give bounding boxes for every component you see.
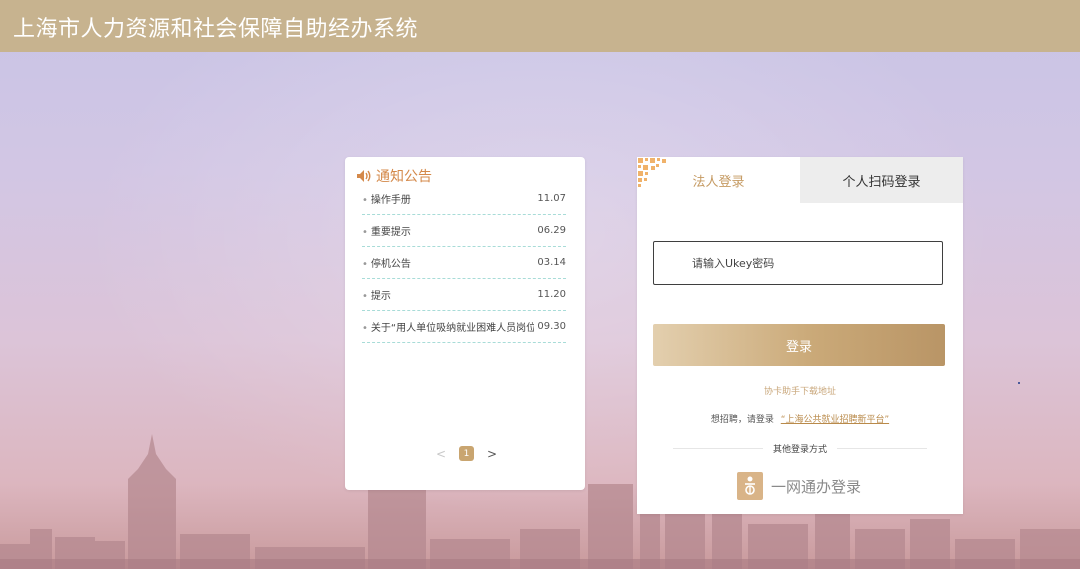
person-icon: [745, 476, 755, 495]
recruit-prefix: 想招聘，请登录: [710, 415, 774, 425]
login-button[interactable]: 登录: [653, 324, 945, 366]
notice-item-text[interactable]: 停机公告: [362, 255, 411, 270]
yiwang-login-label: 一网通办登录: [771, 477, 862, 496]
speaker-icon: [357, 170, 371, 182]
notice-item-text[interactable]: 重要提示: [362, 223, 411, 238]
assistant-download-link[interactable]: 协卡助手下载地址: [637, 384, 963, 397]
notice-item[interactable]: 停机公告 03.14: [362, 247, 566, 279]
notice-item[interactable]: 提示 11.20: [362, 279, 566, 311]
divider-line: [837, 447, 928, 449]
login-tabs: 法人登录 个人扫码登录: [637, 157, 963, 203]
pager-page-1[interactable]: 1: [459, 446, 474, 461]
notice-item-date: 06.29: [537, 225, 566, 236]
notice-item[interactable]: 操作手册 11.07: [362, 183, 566, 215]
notice-list: 操作手册 11.07 重要提示 06.29 停机公告 03.14 提示 11.2…: [362, 183, 566, 343]
top-bar: 上海市人力资源和社会保障自助经办系统: [0, 0, 1080, 52]
yiwang-login-button[interactable]: 一网通办登录: [737, 472, 861, 500]
yiwang-logo-icon: [737, 472, 763, 500]
other-login-label: 其他登录方式: [773, 444, 828, 455]
decorative-dot: [1018, 382, 1020, 384]
notice-item-text[interactable]: 操作手册: [362, 191, 411, 206]
notice-item[interactable]: 重要提示 06.29: [362, 215, 566, 247]
pagination: < 1 >: [433, 446, 500, 461]
other-login-divider: 其他登录方式: [673, 440, 928, 456]
divider-line: [673, 447, 763, 449]
notice-item-date: 11.07: [537, 193, 566, 204]
notice-item-text[interactable]: 提示: [362, 287, 391, 302]
notice-item-date: 09.30: [537, 321, 566, 332]
qr-code-icon[interactable]: [637, 157, 671, 191]
login-panel: 法人登录 个人扫码登录 登录 协卡助手下载地址 想招聘，请登录 “上海公共就业招…: [637, 157, 963, 514]
recruit-platform-link[interactable]: “上海公共就业招聘新平台”: [781, 415, 889, 425]
notice-item[interactable]: 关于“用人单位吸纳就业困难人员岗位... 09.30: [362, 311, 566, 343]
app-title: 上海市人力资源和社会保障自助经办系统: [13, 17, 419, 42]
pager-next-button[interactable]: >: [484, 447, 500, 461]
ukey-password-input[interactable]: [653, 241, 943, 285]
notice-item-date: 03.14: [537, 257, 566, 268]
notice-panel: 通知公告 操作手册 11.07 重要提示 06.29 停机公告 03.14 提示…: [345, 157, 585, 490]
recruit-line: 想招聘，请登录 “上海公共就业招聘新平台”: [637, 412, 963, 425]
tab-personal-scan-login[interactable]: 个人扫码登录: [800, 157, 963, 203]
notice-item-date: 11.20: [537, 289, 566, 300]
notice-item-text[interactable]: 关于“用人单位吸纳就业困难人员岗位...: [362, 319, 534, 334]
pager-prev-button[interactable]: <: [433, 447, 449, 461]
